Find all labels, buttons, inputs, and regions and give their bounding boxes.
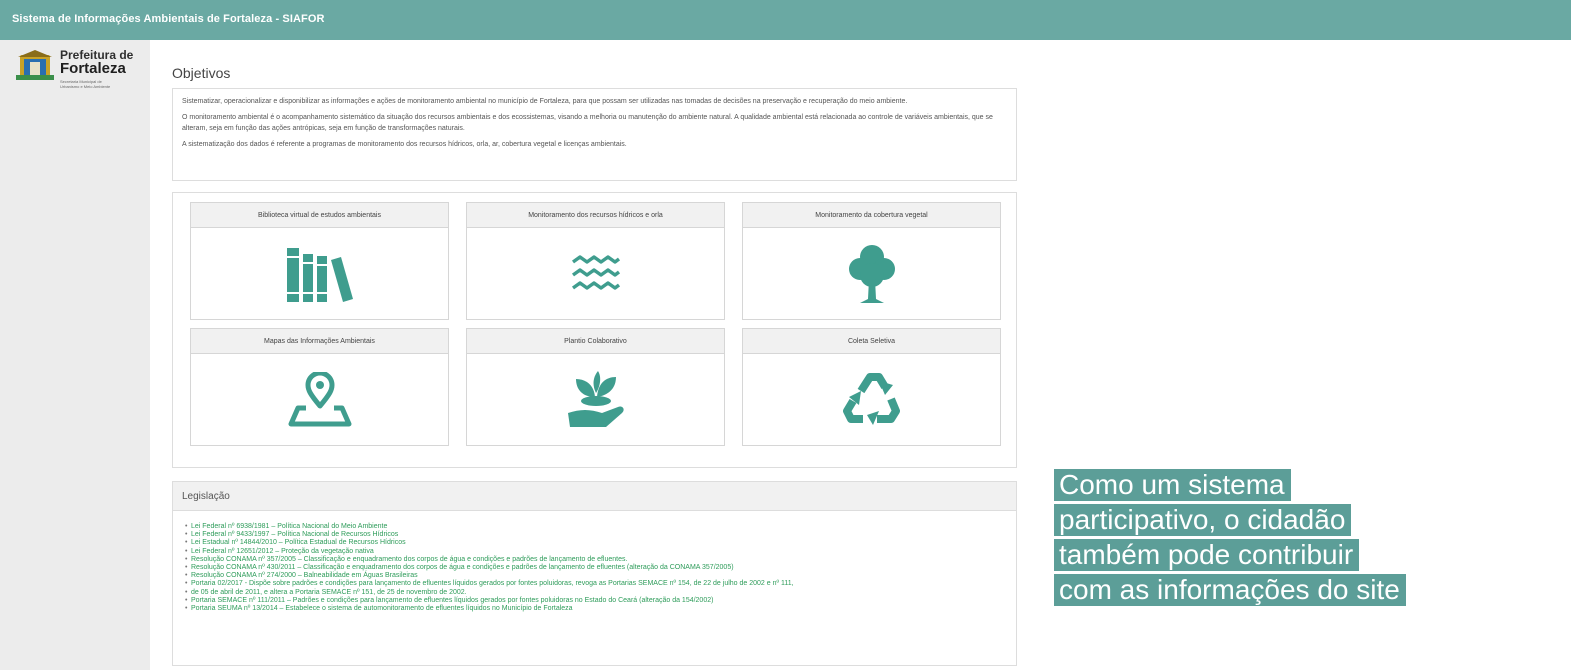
card-title: Mapas das Informações Ambientais bbox=[191, 329, 448, 354]
objetivos-title: Objetivos bbox=[172, 65, 231, 81]
caption-line: Como um sistema bbox=[1054, 469, 1291, 501]
legislacao-link[interactable]: Lei Federal nº 6938/1981 – Política Naci… bbox=[185, 523, 1006, 531]
prefeitura-logo[interactable]: Prefeitura de Fortaleza Secretaria Munic… bbox=[16, 45, 142, 89]
card-plantio-colaborativo[interactable]: Plantio Colaborativo bbox=[466, 328, 725, 446]
sidebar: Prefeitura de Fortaleza Secretaria Munic… bbox=[0, 40, 150, 670]
objetivos-paragraph: A sistematização dos dados é referente a… bbox=[182, 141, 627, 148]
card-mapas[interactable]: Mapas das Informações Ambientais bbox=[190, 328, 449, 446]
legislacao-link[interactable]: Portaria 02/2017 - Dispõe sobre padrões … bbox=[185, 580, 1006, 588]
card-coleta-seletiva[interactable]: Coleta Seletiva bbox=[742, 328, 1001, 446]
books-icon bbox=[286, 248, 353, 302]
card-title: Plantio Colaborativo bbox=[467, 329, 724, 354]
legislacao-link[interactable]: Resolução CONAMA nº 357/2005 – Classific… bbox=[185, 556, 1006, 564]
top-bar: Sistema de Informações Ambientais de For… bbox=[0, 0, 1571, 40]
objetivos-paragraph: O monitoramento ambiental é o acompanham… bbox=[182, 114, 993, 132]
legislacao-list: Lei Federal nº 6938/1981 – Política Naci… bbox=[173, 511, 1016, 613]
caption-line: com as informações do site bbox=[1054, 574, 1406, 606]
legislacao-link-cont[interactable]: de 05 de abril de 2011, e altera a Porta… bbox=[185, 589, 1006, 597]
objetivos-panel: Sistematizar, operacionalizar e disponib… bbox=[172, 88, 1017, 181]
legislacao-link[interactable]: Lei Estadual nº 14844/2010 – Política Es… bbox=[185, 539, 1006, 547]
logo-line3: Secretaria Municipal de Urbanismo e Meio … bbox=[60, 79, 111, 89]
objetivos-paragraph: Sistematizar, operacionalizar e disponib… bbox=[182, 98, 908, 105]
card-cobertura-vegetal[interactable]: Monitoramento da cobertura vegetal bbox=[742, 202, 1001, 320]
tree-icon bbox=[848, 245, 895, 303]
recycle-icon bbox=[842, 373, 900, 425]
card-title: Monitoramento dos recursos hídricos e or… bbox=[467, 203, 724, 228]
waves-icon bbox=[571, 255, 620, 290]
caption-overlay: Como um sistema participativo, o cidadão… bbox=[1054, 469, 1571, 609]
legislacao-link[interactable]: Lei Federal nº 12651/2012 – Proteção da … bbox=[185, 548, 1006, 556]
plant-hand-icon bbox=[567, 371, 624, 427]
legislacao-link[interactable]: Portaria SEUMA nº 13/2014 – Estabelece o… bbox=[185, 605, 1006, 613]
card-title: Monitoramento da cobertura vegetal bbox=[743, 203, 1000, 228]
map-pin-icon bbox=[288, 372, 351, 427]
legislacao-title: Legislação bbox=[173, 482, 1016, 511]
card-title: Coleta Seletiva bbox=[743, 329, 1000, 354]
card-biblioteca-virtual[interactable]: Biblioteca virtual de estudos ambientais bbox=[190, 202, 449, 320]
modules-panel: Biblioteca virtual de estudos ambientais… bbox=[172, 192, 1017, 468]
card-recursos-hidricos[interactable]: Monitoramento dos recursos hídricos e or… bbox=[466, 202, 725, 320]
legislacao-link[interactable]: Resolução CONAMA nº 274/2000 – Balneabil… bbox=[185, 572, 1006, 580]
caption-line: também pode contribuir bbox=[1054, 539, 1360, 571]
card-title: Biblioteca virtual de estudos ambientais bbox=[191, 203, 448, 228]
caption-line: participativo, o cidadão bbox=[1054, 504, 1352, 536]
logo-line2: Fortaleza bbox=[60, 60, 126, 77]
legislacao-link[interactable]: Portaria SEMACE nº 111/2011 – Padrões e … bbox=[185, 597, 1006, 605]
city-crest-icon bbox=[16, 50, 54, 80]
legislacao-panel: Legislação Lei Federal nº 6938/1981 – Po… bbox=[172, 481, 1017, 666]
legislacao-link[interactable]: Lei Federal nº 9433/1997 – Política Naci… bbox=[185, 531, 1006, 539]
legislacao-link[interactable]: Resolução CONAMA nº 430/2011 – Classific… bbox=[185, 564, 1006, 572]
app-title: Sistema de Informações Ambientais de For… bbox=[12, 13, 325, 25]
